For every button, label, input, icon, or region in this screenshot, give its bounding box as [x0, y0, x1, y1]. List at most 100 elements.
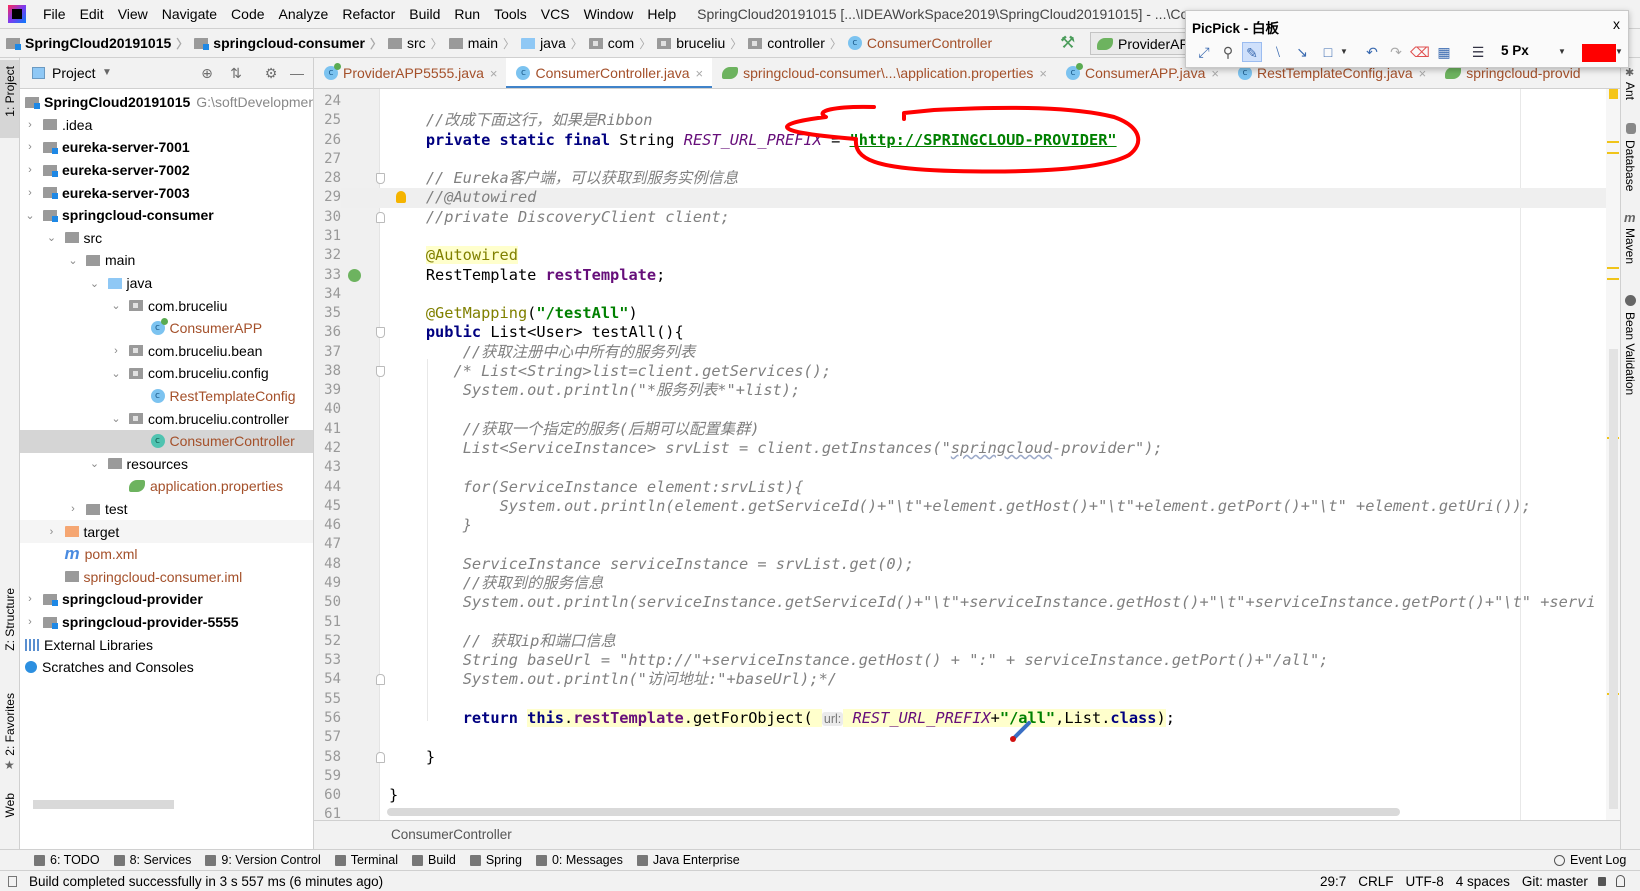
- chevron-down-icon[interactable]: ⌄: [111, 412, 121, 425]
- select-move-tool-icon[interactable]: ⤢: [1194, 42, 1214, 62]
- database-tool-button[interactable]: Database: [1623, 140, 1637, 191]
- breadcrumb-item[interactable]: springcloud-consumer 〉: [188, 35, 382, 52]
- tree-item[interactable]: › eureka-server-7003: [20, 181, 313, 204]
- gear-icon[interactable]: ⚙: [263, 65, 279, 81]
- chevron-right-icon[interactable]: ›: [25, 187, 35, 199]
- tree-item[interactable]: › com.bruceliu.bean: [20, 340, 313, 363]
- menu-edit[interactable]: Edit: [73, 6, 111, 22]
- close-tab-icon[interactable]: ×: [490, 66, 498, 81]
- run-config-selector[interactable]: ProviderAP: [1090, 32, 1200, 55]
- tree-item[interactable]: ⌄ java: [20, 272, 313, 295]
- tree-item[interactable]: ⌄ main: [20, 249, 313, 272]
- chevron-right-icon[interactable]: ›: [111, 345, 121, 357]
- tool-window-button[interactable]: 8: Services: [113, 853, 191, 867]
- indent-setting[interactable]: 4 spaces: [1456, 874, 1510, 889]
- favorites-tool-button[interactable]: 2: Favorites: [3, 693, 17, 756]
- chevron-down-icon[interactable]: ⌄: [90, 457, 100, 470]
- redo-icon[interactable]: ↷: [1386, 42, 1406, 62]
- tree-item[interactable]: ⌄ springcloud-consumer: [20, 204, 313, 227]
- tree-item[interactable]: ⌄ com.bruceliu.config: [20, 362, 313, 385]
- menu-help[interactable]: Help: [640, 6, 683, 22]
- tool-window-button[interactable]: Java Enterprise: [636, 853, 740, 867]
- breadcrumb-item[interactable]: bruceliu 〉: [651, 35, 742, 52]
- tree-item[interactable]: ⌄ com.bruceliu: [20, 294, 313, 317]
- caret-position[interactable]: 29:7: [1320, 874, 1346, 889]
- file-encoding[interactable]: UTF-8: [1406, 874, 1444, 889]
- chevron-down-icon[interactable]: ⌄: [90, 277, 100, 290]
- pen-color-swatch[interactable]: [1582, 44, 1616, 62]
- tree-item[interactable]: ⌄ com.bruceliu.controller: [20, 407, 313, 430]
- close-tab-icon[interactable]: ×: [696, 66, 704, 81]
- color-dropdown-icon[interactable]: ▼: [1612, 42, 1626, 62]
- tree-item[interactable]: › target: [20, 520, 313, 543]
- tree-item[interactable]: › eureka-server-7001: [20, 136, 313, 159]
- tree-item[interactable]: SpringCloud20191015 G:\softDevelopment: [20, 91, 313, 114]
- tool-window-button[interactable]: 6: TODO: [34, 853, 100, 867]
- menu-refactor[interactable]: Refactor: [335, 6, 402, 22]
- tool-window-button[interactable]: Build: [412, 853, 456, 867]
- menu-file[interactable]: File: [36, 6, 73, 22]
- chevron-right-icon[interactable]: ›: [25, 141, 35, 153]
- chevron-down-icon[interactable]: ⌄: [111, 299, 121, 312]
- menu-analyze[interactable]: Analyze: [272, 6, 336, 22]
- tree-item[interactable]: › springcloud-provider-5555: [20, 611, 313, 634]
- pen-size-selector[interactable]: 5 Px: [1501, 43, 1529, 58]
- chevron-right-icon[interactable]: ›: [25, 593, 35, 605]
- tree-item[interactable]: External Libraries: [20, 633, 313, 656]
- project-view-selector[interactable]: Project: [52, 65, 96, 81]
- chevron-down-icon[interactable]: ⌄: [111, 367, 121, 380]
- chevron-right-icon[interactable]: ›: [25, 164, 35, 176]
- tool-window-button[interactable]: 9: Version Control: [205, 853, 321, 867]
- status-message[interactable]: Build completed successfully in 3 s 557 …: [29, 874, 383, 889]
- tree-item[interactable]: › springcloud-provider: [20, 588, 313, 611]
- breadcrumb-item[interactable]: com 〉: [583, 35, 651, 52]
- chevron-down-icon[interactable]: ▼: [102, 67, 112, 78]
- tool-window-button[interactable]: Spring: [469, 853, 522, 867]
- eraser-icon[interactable]: ⌫: [1410, 42, 1430, 62]
- chevron-right-icon[interactable]: ›: [47, 526, 57, 538]
- tree-item[interactable]: ⌄ src: [20, 227, 313, 250]
- breadcrumb-item[interactable]: ConsumerController: [842, 35, 992, 52]
- maven-tool-button[interactable]: Maven: [1623, 228, 1637, 264]
- ant-tool-button[interactable]: Ant: [1623, 82, 1637, 100]
- breadcrumb-item[interactable]: controller 〉: [742, 35, 842, 52]
- arrow-tool-icon[interactable]: ↘: [1292, 42, 1312, 62]
- web-tool-button[interactable]: Web: [3, 793, 17, 817]
- locate-file-icon[interactable]: ⊕: [199, 65, 215, 81]
- pen-size-dropdown-icon[interactable]: ▼: [1552, 42, 1572, 62]
- lock-icon[interactable]: [1597, 876, 1606, 886]
- tree-item[interactable]: ConsumerController: [20, 430, 313, 453]
- breadcrumb-item[interactable]: java 〉: [515, 35, 583, 52]
- tree-item[interactable]: application.properties: [20, 475, 313, 498]
- menu-view[interactable]: View: [111, 6, 155, 22]
- undo-icon[interactable]: ↶: [1362, 42, 1382, 62]
- editor-tab[interactable]: springcloud-consumer\...\application.pro…: [712, 58, 1056, 88]
- breadcrumb-item[interactable]: SpringCloud20191015 〉: [0, 35, 188, 52]
- tree-item[interactable]: ConsumerAPP: [20, 317, 313, 340]
- line-separator[interactable]: CRLF: [1358, 874, 1393, 889]
- picpick-close-button[interactable]: x: [1613, 16, 1620, 32]
- tool-window-button[interactable]: 0: Messages: [535, 853, 623, 867]
- chevron-right-icon[interactable]: ›: [25, 616, 35, 628]
- breadcrumb-item[interactable]: main 〉: [443, 35, 515, 52]
- tree-item[interactable]: springcloud-consumer.iml: [20, 566, 313, 589]
- tree-item[interactable]: › eureka-server-7002: [20, 159, 313, 182]
- minimize-icon[interactable]: —: [289, 65, 305, 81]
- chevron-down-icon[interactable]: ⌄: [47, 231, 57, 244]
- tree-item[interactable]: RestTemplateConfig: [20, 385, 313, 408]
- editor-breadcrumb[interactable]: ConsumerController: [314, 820, 1620, 849]
- line-tool-icon[interactable]: ⧵: [1268, 42, 1288, 62]
- menu-run[interactable]: Run: [447, 6, 487, 22]
- shape-dropdown-icon[interactable]: ▼: [1334, 42, 1354, 62]
- menu-code[interactable]: Code: [224, 6, 271, 22]
- code-editor[interactable]: 24 25 //改成下面这行，如果是Ribbon 26 private static…: [314, 89, 1620, 820]
- editor-tab[interactable]: ProviderAPP5555.java ×: [314, 58, 506, 88]
- chevron-down-icon[interactable]: ⌄: [25, 209, 35, 222]
- close-tab-icon[interactable]: ×: [1039, 66, 1047, 81]
- project-tool-button[interactable]: 1: Project: [0, 60, 19, 138]
- chevron-right-icon[interactable]: ›: [68, 503, 78, 515]
- tree-item[interactable]: m pom.xml: [20, 543, 313, 566]
- chevron-down-icon[interactable]: ⌄: [68, 254, 78, 267]
- chevron-right-icon[interactable]: ›: [25, 119, 35, 131]
- tree-item[interactable]: ⌄ resources: [20, 453, 313, 476]
